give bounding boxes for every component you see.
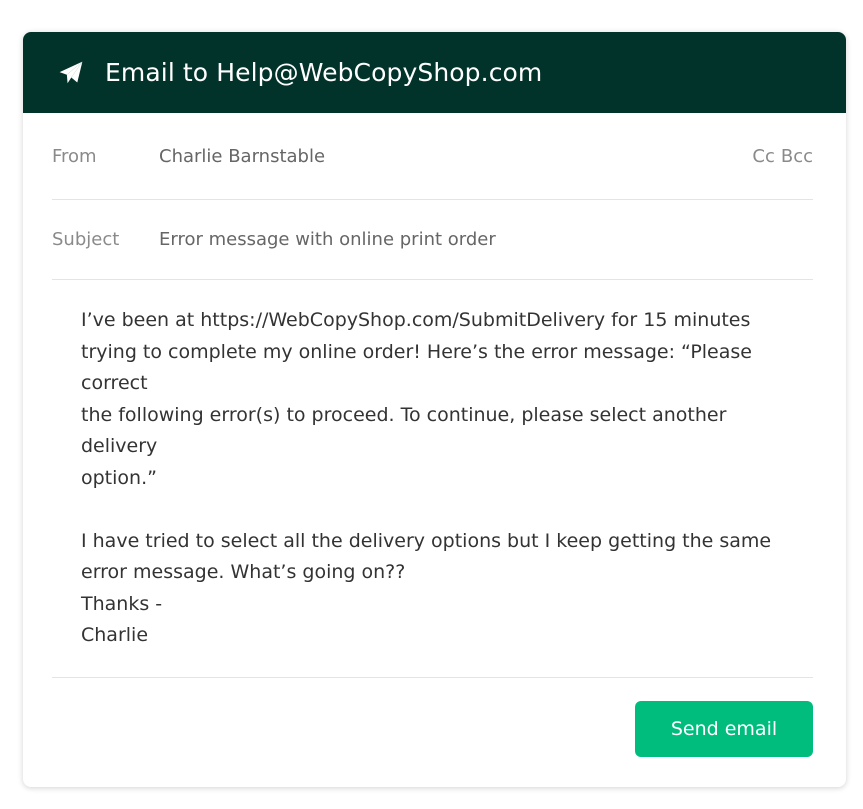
send-email-button[interactable]: Send email [635, 701, 813, 757]
cc-button[interactable]: Cc [752, 146, 774, 167]
subject-field[interactable]: Error message with online print order [159, 229, 813, 250]
cc-bcc-controls: Cc Bcc [752, 146, 813, 167]
subject-row: Subject Error message with online print … [52, 200, 813, 280]
compose-header: Email to Help@WebCopyShop.com [23, 32, 846, 113]
bcc-button[interactable]: Bcc [781, 146, 813, 167]
subject-label: Subject [52, 229, 120, 250]
from-field[interactable]: Charlie Barnstable [159, 146, 752, 167]
email-compose-card: Email to Help@WebCopyShop.com From Charl… [23, 32, 846, 787]
message-body[interactable]: I’ve been at https://WebCopyShop.com/Sub… [81, 305, 801, 652]
from-label: From [52, 145, 97, 167]
paper-plane-icon [58, 60, 84, 86]
from-row: From Charlie Barnstable Cc Bcc [52, 113, 813, 200]
compose-title: Email to Help@WebCopyShop.com [105, 58, 543, 87]
footer-divider [52, 677, 813, 678]
